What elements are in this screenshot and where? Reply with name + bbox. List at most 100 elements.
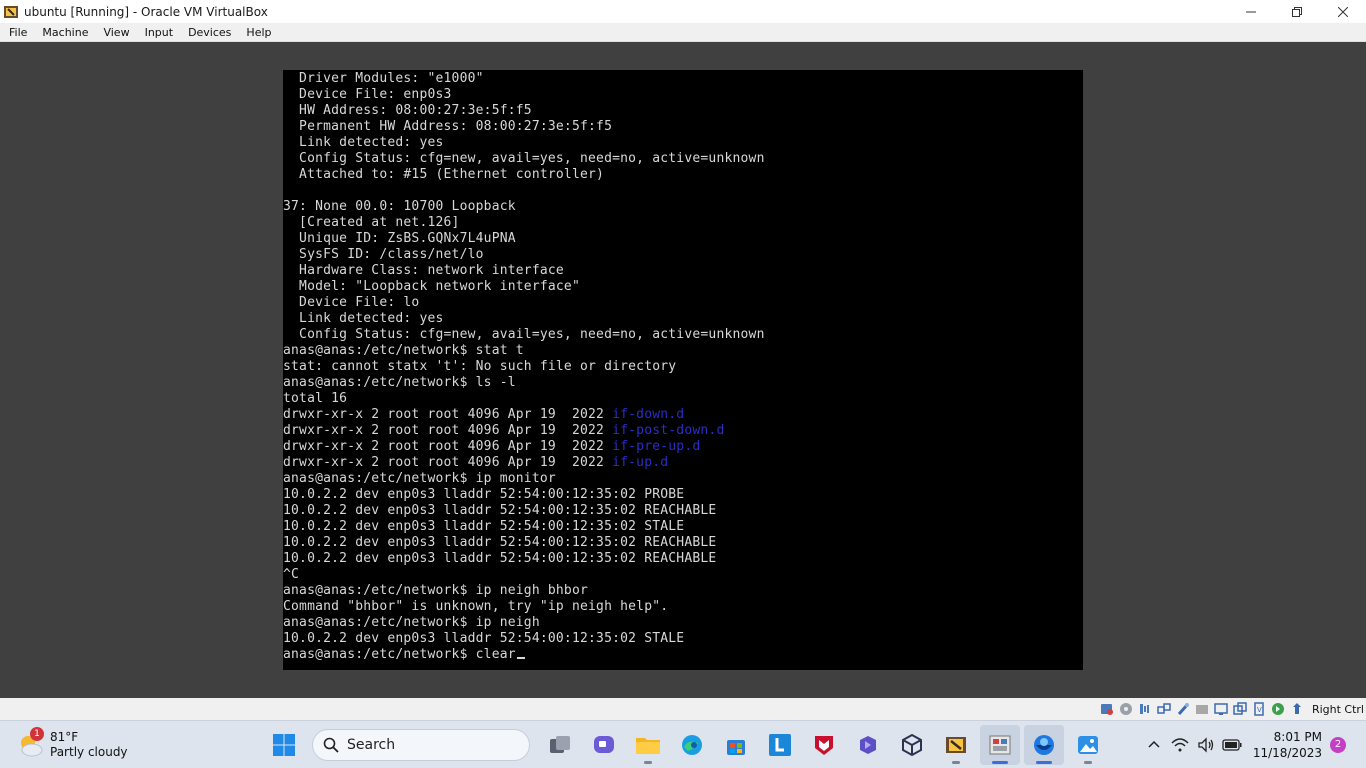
l-app-icon	[769, 734, 791, 756]
browser-button[interactable]	[1024, 725, 1064, 765]
terminal-line-text: total 16	[283, 391, 348, 406]
mouse-integration-icon[interactable]	[1270, 701, 1286, 717]
close-button[interactable]	[1320, 0, 1366, 23]
terminal-line-text: HW Address: 08:00:27:3e:5f:f5	[283, 103, 532, 118]
terminal-line-text: Driver Modules: "e1000"	[283, 71, 484, 86]
terminal-line-text: drwxr-xr-x 2 root root 4096 Apr 19 2022	[283, 439, 613, 454]
terminal-line: 10.0.2.2 dev enp0s3 lladdr 52:54:00:12:3…	[283, 487, 1083, 503]
network-icon[interactable]	[1156, 701, 1172, 717]
terminal-line: Command "bhbor" is unknown, try "ip neig…	[283, 599, 1083, 615]
terminal-line-text: anas@anas:/etc/network$ ip neigh bhbor	[283, 583, 589, 598]
weather-temperature: 81°F	[50, 730, 79, 744]
notification-badge[interactable]: 2	[1330, 737, 1346, 753]
terminal-line-text: Config Status: cfg=new, avail=yes, need=…	[283, 327, 765, 342]
terminal-line: Config Status: cfg=new, avail=yes, need=…	[283, 151, 1083, 167]
vbox-status-bar: V Right Ctrl	[0, 698, 1366, 720]
virtualbox-app-icon	[4, 5, 18, 18]
storage-icon[interactable]	[1099, 701, 1115, 717]
vs-button[interactable]	[848, 725, 888, 765]
menu-help[interactable]: Help	[238, 23, 278, 42]
wifi-icon[interactable]	[1169, 734, 1191, 756]
edge-icon	[682, 735, 702, 755]
battery-icon[interactable]	[1221, 734, 1243, 756]
system-tray: 8:01 PM 11/18/2023 2	[1143, 721, 1366, 768]
active-indicator	[992, 761, 1008, 764]
terminal-line: 10.0.2.2 dev enp0s3 lladdr 52:54:00:12:3…	[283, 519, 1083, 535]
menu-view[interactable]: View	[95, 23, 136, 42]
l-app-button[interactable]	[760, 725, 800, 765]
mcafee-button[interactable]	[804, 725, 844, 765]
directory-name: if-up.d	[612, 455, 669, 470]
terminal-line: total 16	[283, 391, 1083, 407]
video-capture-icon[interactable]	[1232, 701, 1248, 717]
photos-button[interactable]	[1068, 725, 1108, 765]
menu-machine[interactable]: Machine	[34, 23, 95, 42]
chat-icon	[594, 736, 614, 753]
chat-button[interactable]	[584, 725, 624, 765]
weather-badge: 1	[30, 727, 44, 741]
terminal-line: 10.0.2.2 dev enp0s3 lladdr 52:54:00:12:3…	[283, 551, 1083, 567]
terminal-line: anas@anas:/etc/network$ stat t	[283, 343, 1083, 359]
task-view-button[interactable]	[540, 725, 580, 765]
terminal-line: Attached to: #15 (Ethernet controller)	[283, 167, 1083, 183]
active-indicator	[1036, 761, 1052, 764]
restore-icon	[1292, 6, 1302, 17]
terminal-line: HW Address: 08:00:27:3e:5f:f5	[283, 103, 1083, 119]
terminal-line-text: 37: None 00.0: 10700 Loopback	[283, 199, 516, 214]
clock-date: 11/18/2023	[1252, 746, 1322, 760]
terminal-line: anas@anas:/etc/network$ ip monitor	[283, 471, 1083, 487]
menu-input[interactable]: Input	[137, 23, 180, 42]
virtualization-icon[interactable]: V	[1251, 701, 1267, 717]
terminal-line-text: anas@anas:/etc/network$ ip neigh	[283, 615, 540, 630]
display-icon[interactable]	[1213, 701, 1229, 717]
terminal-line-text: 10.0.2.2 dev enp0s3 lladdr 52:54:00:12:3…	[283, 535, 717, 550]
keyboard-icon[interactable]	[1289, 701, 1305, 717]
mingw-button[interactable]	[936, 725, 976, 765]
terminal-line-text: SysFS ID: /class/net/lo	[283, 247, 484, 262]
edge-button[interactable]	[672, 725, 712, 765]
chevron-up-icon[interactable]	[1143, 734, 1165, 756]
clock[interactable]: 8:01 PM 11/18/2023	[1253, 729, 1322, 761]
taskbar-search[interactable]: Search	[312, 729, 530, 761]
virtualbox-icon	[989, 735, 1011, 755]
menu-file[interactable]: File	[0, 23, 34, 42]
minimize-button[interactable]	[1228, 0, 1274, 23]
terminal-line: anas@anas:/etc/network$ ls -l	[283, 375, 1083, 391]
vm-terminal-screen[interactable]: Driver Modules: "e1000" Device File: enp…	[283, 70, 1083, 670]
terminal-line-text: Device File: lo	[283, 295, 420, 310]
terminal-line: 10.0.2.2 dev enp0s3 lladdr 52:54:00:12:3…	[283, 631, 1083, 647]
weather-widget[interactable]: 1 81°F Partly cloudy	[16, 727, 146, 763]
terminal-line: Unique ID: ZsBS.GQNx7L4uPNA	[283, 231, 1083, 247]
terminal-line-text: anas@anas:/etc/network$ ip monitor	[283, 471, 556, 486]
volume-icon[interactable]	[1195, 734, 1217, 756]
terminal-line: Link detected: yes	[283, 311, 1083, 327]
menu-bar: File Machine View Input Devices Help	[0, 23, 1366, 42]
terminal-line: 37: None 00.0: 10700 Loopback	[283, 199, 1083, 215]
mcafee-icon	[815, 736, 833, 755]
terminal-line-text: Attached to: #15 (Ethernet controller)	[283, 167, 605, 182]
shared-folder-icon[interactable]	[1194, 701, 1210, 717]
optical-drive-icon[interactable]	[1118, 701, 1134, 717]
search-label: Search	[347, 737, 396, 753]
terminal-line-text: Unique ID: ZsBS.GQNx7L4uPNA	[283, 231, 516, 246]
terminal-line-text: drwxr-xr-x 2 root root 4096 Apr 19 2022	[283, 423, 613, 438]
photos-icon	[1078, 736, 1098, 754]
cube-app-button[interactable]	[892, 725, 932, 765]
restore-button[interactable]	[1274, 0, 1320, 23]
minimize-icon	[1246, 11, 1256, 12]
store-button[interactable]	[716, 725, 756, 765]
file-explorer-button[interactable]	[628, 725, 668, 765]
directory-name: if-pre-up.d	[612, 439, 701, 454]
windows-taskbar: 1 81°F Partly cloudy Search 8:01 PM 11/1…	[0, 720, 1366, 768]
usb-icon[interactable]	[1175, 701, 1191, 717]
menu-devices[interactable]: Devices	[180, 23, 238, 42]
audio-icon[interactable]	[1137, 701, 1153, 717]
close-icon	[1338, 6, 1348, 17]
start-button[interactable]	[264, 725, 304, 765]
vs-code-icon	[860, 736, 876, 754]
title-bar: ubuntu [Running] - Oracle VM VirtualBox	[0, 0, 1366, 23]
virtualbox-button[interactable]	[980, 725, 1020, 765]
terminal-line-text: Model: "Loopback network interface"	[283, 279, 580, 294]
terminal-line-text: anas@anas:/etc/network$ clear	[283, 647, 516, 662]
terminal-line: anas@anas:/etc/network$ clear	[283, 647, 1083, 663]
